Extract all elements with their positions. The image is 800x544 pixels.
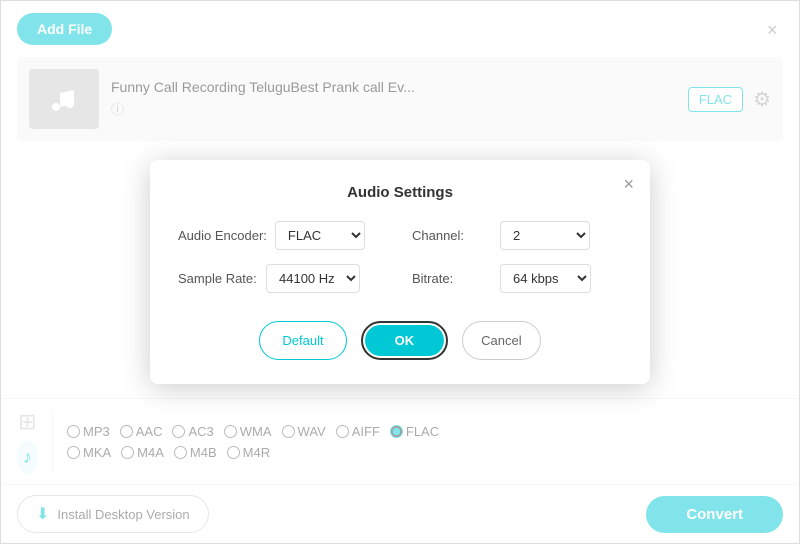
sample-rate-select[interactable]: 44100 Hz 22050 Hz 48000 Hz xyxy=(266,264,360,293)
modal-overlay: × Audio Settings Audio Encoder: FLAC MP3… xyxy=(1,1,799,543)
encoder-label: Audio Encoder: xyxy=(178,228,267,243)
channel-label: Channel: xyxy=(412,228,492,243)
channel-row: Channel: 2 1 xyxy=(412,221,622,250)
channel-select[interactable]: 2 1 xyxy=(500,221,590,250)
encoder-row: Audio Encoder: FLAC MP3 AAC xyxy=(178,221,388,250)
default-button[interactable]: Default xyxy=(259,321,346,360)
modal-close-button[interactable]: × xyxy=(623,174,634,195)
ok-button[interactable]: OK xyxy=(365,325,445,356)
modal-buttons: Default OK Cancel xyxy=(178,321,622,360)
sample-rate-label: Sample Rate: xyxy=(178,271,258,286)
cancel-button[interactable]: Cancel xyxy=(462,321,540,360)
bitrate-select[interactable]: 64 kbps 128 kbps 320 kbps xyxy=(500,264,591,293)
encoder-select[interactable]: FLAC MP3 AAC xyxy=(275,221,365,250)
ok-btn-wrapper: OK xyxy=(361,321,449,360)
modal-title: Audio Settings xyxy=(178,184,622,201)
bitrate-row: Bitrate: 64 kbps 128 kbps 320 kbps xyxy=(412,264,622,293)
settings-grid: Audio Encoder: FLAC MP3 AAC Channel: 2 1… xyxy=(178,221,622,293)
bitrate-label: Bitrate: xyxy=(412,271,492,286)
audio-settings-modal: × Audio Settings Audio Encoder: FLAC MP3… xyxy=(150,160,650,384)
sample-rate-row: Sample Rate: 44100 Hz 22050 Hz 48000 Hz xyxy=(178,264,388,293)
